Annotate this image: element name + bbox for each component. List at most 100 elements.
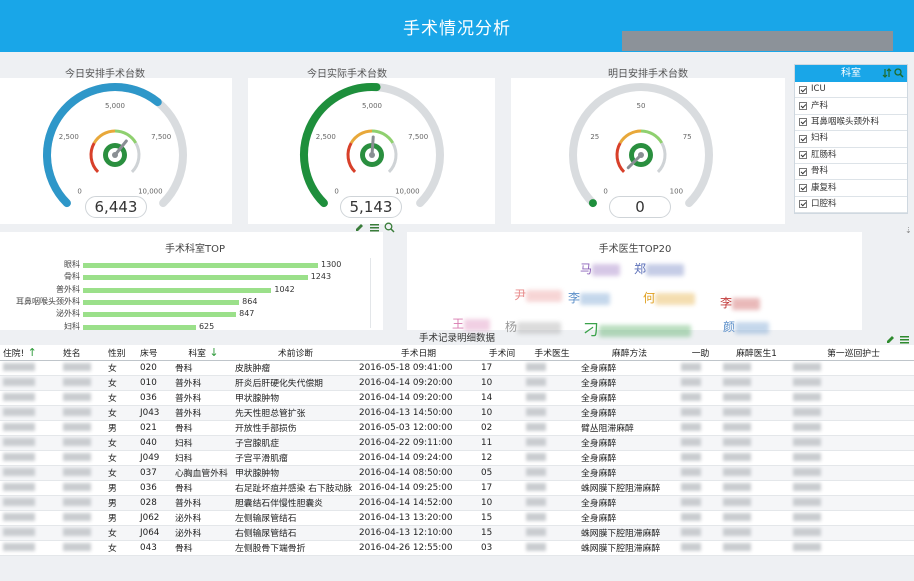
column-header[interactable]: 科室 ↓ [172,345,232,361]
column-header[interactable]: 麻醉方法 [578,345,678,361]
scale-grey [130,142,141,174]
room-cell: 10 [478,495,523,511]
redacted-text [723,363,751,371]
bar[interactable] [83,263,318,268]
doctor-name-word[interactable]: 何 [643,289,696,306]
doctor-name-word[interactable]: 马 [580,260,621,277]
department-cell: 妇科 [172,435,232,451]
checkbox[interactable] [799,102,807,111]
scroll-down-icon[interactable]: ⇣ [905,226,912,235]
redacted-text [793,393,821,401]
room-cell: 03 [478,540,523,556]
checkbox[interactable] [799,167,807,176]
table-row[interactable]: 女 J064 泌外科 右侧输尿管结石 2016-04-13 12:10:00 15 蛛网膜下… [0,525,914,541]
column-header[interactable]: 术前诊断 [232,345,356,361]
bar[interactable] [83,299,240,305]
bar[interactable] [83,275,308,281]
table-row[interactable]: 女 037 心胸血管外科 甲状腺肿物 2016-04-14 08:50:00 05 全身麻醉 [0,465,914,481]
bar[interactable] [83,312,237,318]
filter-option[interactable]: 口腔科 [795,197,907,214]
column-header[interactable]: 住院! ↑ [0,345,60,361]
column-header[interactable]: 床号 [137,345,172,361]
column-header[interactable]: 姓名 [60,345,105,361]
redacted-name [655,292,696,305]
doctor-name-word[interactable]: 李 [720,294,761,311]
table-row[interactable]: 男 036 骨科 右足趾坏疽并感染 右下肢动脉 2016-04-14 09:25:00 1… [0,480,914,496]
scale-grey [656,142,667,174]
gauge-tick-label: 0 [334,187,338,195]
checkbox[interactable] [799,184,807,193]
search-icon[interactable] [894,67,904,84]
table-row[interactable]: 男 J062 泌外科 左侧输尿管结石 2016-04-13 13:20:00 15 全身麻醉 [0,510,914,526]
doctor-name-initial: 何 [643,291,656,305]
table-row[interactable]: 女 J049 妇科 子宫平滑肌瘤 2016-04-14 09:24:00 12 全身麻醉 [0,450,914,466]
column-header[interactable]: 一助 [678,345,720,361]
redacted-text [723,468,751,476]
bar[interactable] [83,324,196,330]
bar[interactable] [83,287,272,293]
diagnosis-cell: 甲状腺肿物 [232,465,356,481]
redacted-cell [790,525,914,541]
anesthesia-cell: 全身麻醉 [578,450,678,466]
filter-option-label: 妇科 [811,133,829,144]
table-row[interactable]: 女 043 骨科 左侧股骨下端骨折 2016-04-26 12:55:00 03 蛛网膜下腔… [0,540,914,556]
table-row[interactable]: 女 040 妇科 子宫腺肌症 2016-04-22 09:11:00 11 全身麻醉 [0,435,914,451]
checkbox[interactable] [799,118,807,127]
redacted-text [681,543,701,551]
gauge-title-3: 明日安排手术台数 [608,69,688,80]
table-row[interactable]: 男 021 骨科 开放性手部损伤 2016-05-03 12:00:00 02 臂丛阻滞麻醉 [0,420,914,436]
table-row[interactable]: 男 028 普外科 胆囊结石伴慢性胆囊炎 2016-04-14 14:52:00 10 全身… [0,495,914,511]
redacted-cell [678,525,720,541]
table-row[interactable]: 女 036 普外科 甲状腺肿物 2016-04-14 09:20:00 14 全身麻醉 [0,390,914,406]
filter-option[interactable]: 耳鼻咽喉头颈外科 [795,115,907,132]
edit-icon[interactable] [354,218,365,231]
doctor-name-word[interactable]: 郑 [634,260,685,277]
column-header[interactable]: 手术间 [478,345,523,361]
column-header[interactable]: 手术医生 [523,345,578,361]
column-header[interactable]: 第一巡回护士 [790,345,914,361]
room-cell: 10 [478,405,523,421]
checkbox[interactable] [799,151,807,160]
sort-desc-icon[interactable]: ↓ [206,346,218,359]
surgery-date-cell: 2016-04-13 12:10:00 [356,525,478,541]
filter-header: 科室 [795,65,907,82]
redacted-name [592,263,621,276]
gauge-scheduled-today: 0 2,500 5,000 7,500 10,000 [43,83,187,208]
gauge-fill-start [588,199,597,208]
column-header[interactable]: 手术日期 [356,345,478,361]
list-icon[interactable] [369,218,380,232]
filter-option[interactable]: 骨科 [795,164,907,181]
column-header[interactable]: 麻醉医生1 [720,345,790,361]
table-row[interactable]: 女 020 骨科 皮肤肿瘤 2016-05-18 09:41:00 17 全身麻醉 [0,360,914,376]
room-cell: 15 [478,525,523,541]
table-row[interactable]: 女 J043 普外科 先天性胆总管扩张 2016-04-13 14:50:00 10 全身麻… [0,405,914,421]
checkbox[interactable] [799,134,807,143]
department-cell: 普外科 [172,390,232,406]
room-cell: 05 [478,465,523,481]
table-row[interactable]: 女 010 普外科 肝炎后肝硬化失代偿期 2016-04-14 09:20:00 10 全身… [0,375,914,391]
zoom-in-icon[interactable] [384,218,395,233]
redacted-cell [60,390,105,406]
department-cell: 骨科 [172,480,232,496]
redacted-cell [720,375,790,391]
filter-option[interactable]: ICU [795,82,907,99]
checkbox[interactable] [799,85,807,94]
sort-icon[interactable] [882,67,892,84]
filter-option[interactable]: 妇科 [795,131,907,148]
checkbox[interactable] [799,200,807,209]
redacted-cell [0,495,60,511]
sort-asc-icon[interactable]: ↑ [24,346,37,359]
doctor-name-word[interactable]: 李 [568,289,611,306]
redacted-cell [0,510,60,526]
doctor-name-word[interactable]: 尹 [514,286,563,303]
filter-option[interactable]: 康复科 [795,180,907,197]
redacted-cell [60,435,105,451]
filter-option[interactable]: 产科 [795,98,907,115]
diagnosis-cell: 开放性手部损伤 [232,420,356,436]
redacted-cell [790,465,914,481]
filter-option[interactable]: 肛肠科 [795,148,907,164]
diagnosis-cell: 皮肤肿瘤 [232,360,356,376]
redacted-cell [523,405,578,421]
redacted-cell [523,510,578,526]
column-header[interactable]: 性别 [105,345,137,361]
